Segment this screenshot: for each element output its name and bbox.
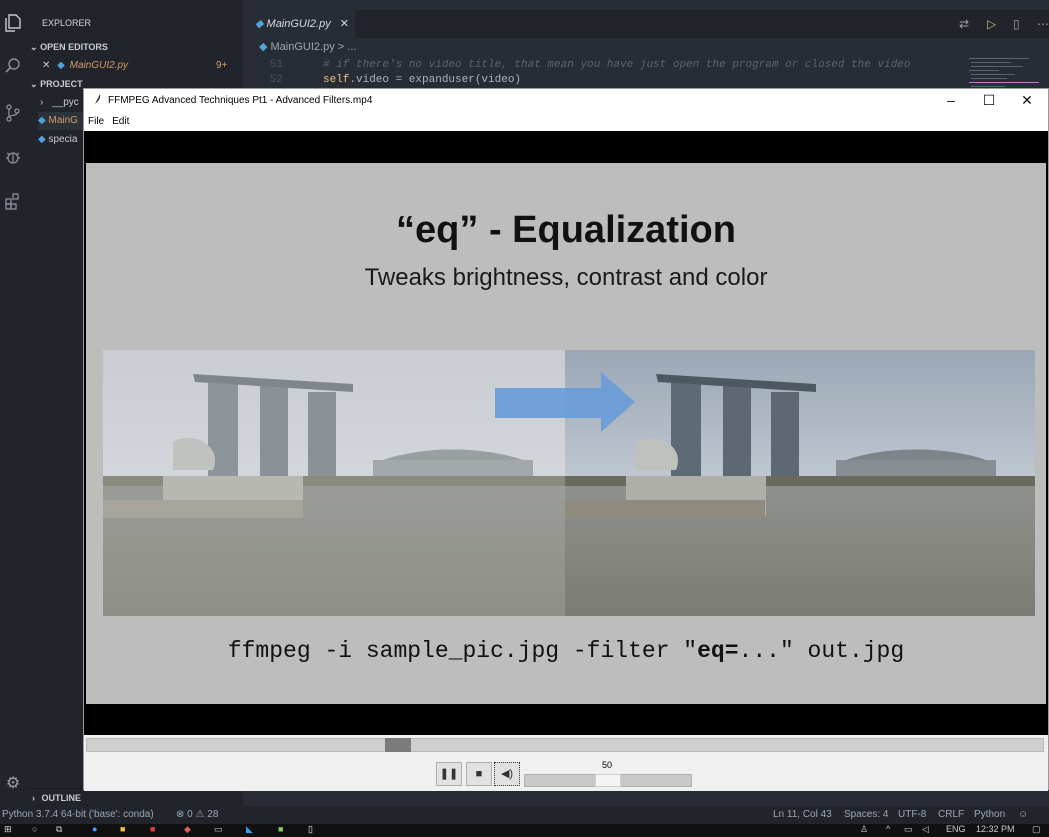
chevron-down-icon: ⌄: [30, 42, 38, 52]
start-icon[interactable]: ⊞: [4, 824, 12, 835]
video-player-window: FFMPEG Advanced Techniques Pt1 - Advance…: [83, 88, 1049, 791]
video-display[interactable]: “eq” - Equalization Tweaks brightness, c…: [84, 131, 1048, 735]
people-icon[interactable]: ♙: [860, 824, 868, 835]
status-bar: Python 3.7.4 64-bit ('base': conda) ⊗ 0 …: [0, 806, 1049, 824]
pause-icon: ❚❚: [439, 768, 459, 780]
pause-button[interactable]: ❚❚: [436, 762, 462, 786]
windows-taskbar: ⊞ ○ ⧉ ● ■ ■ ◆ ▭ ◣ ■ ▯ ♙ ^ ▭ ◁ ENG 12:32 …: [0, 824, 1049, 837]
split-editor-icon[interactable]: ▯: [1013, 10, 1020, 38]
folder-icon[interactable]: ■: [120, 824, 125, 834]
python-file-icon: ◆: [259, 41, 268, 53]
indentation[interactable]: Spaces: 4: [844, 806, 888, 824]
open-changes-icon[interactable]: ⇄: [959, 10, 969, 38]
code-line[interactable]: 52 self.video = expanduser(video): [243, 73, 963, 87]
volume-icon: ◀): [500, 768, 514, 780]
stop-icon: ■: [475, 768, 483, 780]
settings-gear-icon[interactable]: ⚙: [0, 772, 26, 796]
more-actions-icon[interactable]: ⋯: [1037, 10, 1049, 38]
menu-file[interactable]: File: [84, 113, 108, 131]
python-file-icon: ◆: [38, 134, 46, 145]
python-interpreter[interactable]: Python 3.7.4 64-bit ('base': conda): [2, 806, 154, 824]
close-icon[interactable]: ✕: [42, 60, 50, 71]
tray-chevron-icon[interactable]: ^: [886, 824, 890, 834]
slide-command: ffmpeg -i sample_pic.jpg -filter "eq=...…: [227, 638, 905, 664]
player-window-title: FFMPEG Advanced Techniques Pt1 - Advance…: [108, 95, 373, 106]
menu-edit[interactable]: Edit: [108, 113, 133, 131]
line-ending[interactable]: CRLF: [938, 806, 964, 824]
activity-bar: ⚙: [0, 0, 26, 806]
edge-icon[interactable]: ●: [92, 824, 97, 834]
breadcrumb[interactable]: ◆ MainGUI2.py > ...: [243, 38, 1049, 56]
warning-icon: ⚠: [195, 809, 205, 820]
player-titlebar[interactable]: FFMPEG Advanced Techniques Pt1 - Advance…: [84, 89, 1048, 113]
chevron-down-icon: ⌄: [30, 79, 38, 89]
playback-controls: ❚❚ ■ ◀) 50: [84, 755, 1048, 791]
app-icon[interactable]: ■: [278, 824, 283, 834]
python-file-icon: ◆: [38, 115, 46, 126]
network-icon[interactable]: ▭: [904, 824, 913, 835]
seek-bar[interactable]: [86, 738, 1044, 752]
stop-button[interactable]: ■: [466, 762, 492, 786]
search-icon[interactable]: [0, 58, 26, 82]
notifications-icon[interactable]: ▢: [1032, 824, 1041, 835]
language-indicator[interactable]: ENG: [946, 824, 966, 834]
slide-title: “eq” - Equalization: [396, 209, 736, 251]
code-line[interactable]: 51 # if there's no video title, that mean…: [243, 58, 963, 72]
extensions-icon[interactable]: [0, 192, 26, 216]
project-item-pycache[interactable]: › __pyc: [40, 94, 79, 112]
open-editor-item[interactable]: ✕ ◆ MainGUI2.py 9+: [42, 57, 232, 75]
language-mode[interactable]: Python: [974, 806, 1005, 824]
error-icon: ⊗: [176, 809, 185, 820]
seek-thumb[interactable]: [385, 738, 411, 752]
speaker-icon[interactable]: ◁: [922, 824, 929, 835]
problems-badge: 9+: [216, 60, 228, 71]
source-control-icon[interactable]: [0, 104, 26, 128]
feedback-icon[interactable]: ☺: [1018, 806, 1028, 824]
video-frame-slide: “eq” - Equalization Tweaks brightness, c…: [86, 163, 1046, 704]
python-file-icon: ◆: [255, 18, 264, 30]
python-file-icon: ◆: [57, 60, 65, 71]
open-editors-section[interactable]: ⌄ OPEN EDITORS: [30, 38, 108, 56]
minimize-button[interactable]: –: [932, 89, 970, 113]
project-section[interactable]: ⌄ PROJECT: [30, 75, 83, 93]
debug-icon[interactable]: [0, 148, 26, 172]
close-button[interactable]: ✕: [1008, 89, 1046, 113]
volume-value: 50: [602, 760, 613, 770]
open-editor-filename: MainGUI2.py: [69, 60, 129, 71]
slide-subtitle: Tweaks brightness, contrast and color: [364, 264, 768, 291]
search-icon[interactable]: ○: [32, 824, 37, 834]
tab-maingui2[interactable]: ◆ MainGUI2.py ✕: [243, 10, 355, 38]
run-icon[interactable]: ▷: [987, 10, 996, 38]
chevron-right-icon: ›: [32, 793, 35, 803]
app-icon[interactable]: ◆: [184, 824, 191, 835]
volume-slider-thumb[interactable]: [595, 774, 621, 787]
files-icon[interactable]: [0, 14, 26, 38]
volume-button[interactable]: ◀): [494, 762, 520, 786]
app-icon[interactable]: ▯: [308, 824, 313, 835]
feather-app-icon: [92, 93, 102, 112]
encoding[interactable]: UTF-8: [898, 806, 926, 824]
cursor-position[interactable]: Ln 11, Col 43: [773, 806, 832, 824]
close-tab-icon[interactable]: ✕: [340, 18, 349, 30]
chevron-right-icon: ›: [40, 97, 44, 108]
clock[interactable]: 12:32 PM: [976, 824, 1015, 834]
app-icon[interactable]: ▭: [214, 824, 223, 835]
project-item-special[interactable]: ◆ specia: [38, 131, 77, 149]
task-view-icon[interactable]: ⧉: [56, 824, 62, 835]
app-icon[interactable]: ■: [150, 824, 155, 834]
before-after-photo: [103, 350, 1035, 616]
vscode-icon[interactable]: ◣: [246, 824, 253, 835]
maximize-button[interactable]: ☐: [970, 89, 1008, 113]
problems-indicator[interactable]: ⊗ 0 ⚠ 28: [176, 806, 218, 824]
explorer-heading: EXPLORER: [42, 18, 92, 28]
player-menubar: File Edit: [84, 113, 1048, 131]
editor-tab-bar: ◆ MainGUI2.py ✕ ⇄ ▷ ▯ ⋯: [243, 10, 1049, 38]
volume-slider[interactable]: [524, 774, 692, 787]
